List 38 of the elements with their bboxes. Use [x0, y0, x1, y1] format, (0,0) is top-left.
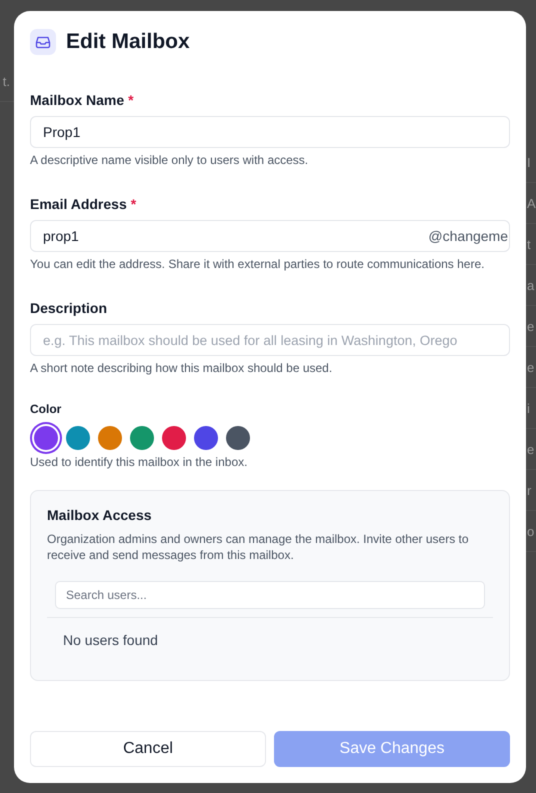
field-label: Color [30, 402, 62, 416]
panel-text: Organization admins and owners can manage the mailbox. Invite other users to receive and send messages from this mailbox. [47, 531, 470, 563]
background-text: o [527, 524, 534, 538]
panel-title: Mailbox Access [47, 507, 153, 523]
background-text: e [527, 360, 534, 374]
empty-message: No users found [62, 631, 159, 648]
inbox-icon [30, 29, 56, 55]
field-label: Description [30, 300, 108, 316]
background-text: I [527, 154, 531, 170]
input-field[interactable]: e.g. This mailbox should be used for all leasing in Washington, Orego [30, 324, 510, 356]
background-text: i [527, 400, 530, 416]
background-text: e [527, 442, 534, 456]
help-text: Used to identify this mailbox in the inbox. [30, 454, 248, 470]
color-swatch[interactable] [226, 426, 250, 450]
background-text: e [527, 318, 534, 334]
cancel-button[interactable]: Cancel [30, 731, 266, 767]
domain-suffix: @changeme [428, 228, 508, 244]
field-label: Mailbox Name [30, 92, 124, 108]
input-field[interactable]: Prop1 [30, 116, 510, 148]
background-text: r [527, 482, 532, 498]
help-text: A descriptive name visible only to users with access. [30, 152, 310, 168]
help-text: A short note describing how this mailbox should be used. [30, 360, 334, 376]
required-mark: * [130, 196, 136, 212]
dialog-title: Edit Mailbox [66, 30, 190, 54]
color-swatch[interactable] [66, 426, 90, 450]
help-text: You can edit the address. Share it with external parties to route communications here. [30, 256, 486, 272]
field-label: Email Address [30, 196, 127, 212]
color-swatch[interactable] [98, 426, 122, 450]
required-mark: * [128, 92, 134, 108]
background-text: A [527, 196, 536, 210]
color-swatch[interactable] [162, 426, 186, 450]
background-text: t. [2, 74, 10, 88]
background-text: a [527, 278, 534, 292]
background-text: t [527, 236, 531, 252]
color-swatch[interactable] [194, 426, 218, 450]
color-swatch[interactable] [130, 426, 154, 450]
color-swatch[interactable] [34, 426, 58, 450]
search-field[interactable]: Search users... [55, 581, 485, 609]
